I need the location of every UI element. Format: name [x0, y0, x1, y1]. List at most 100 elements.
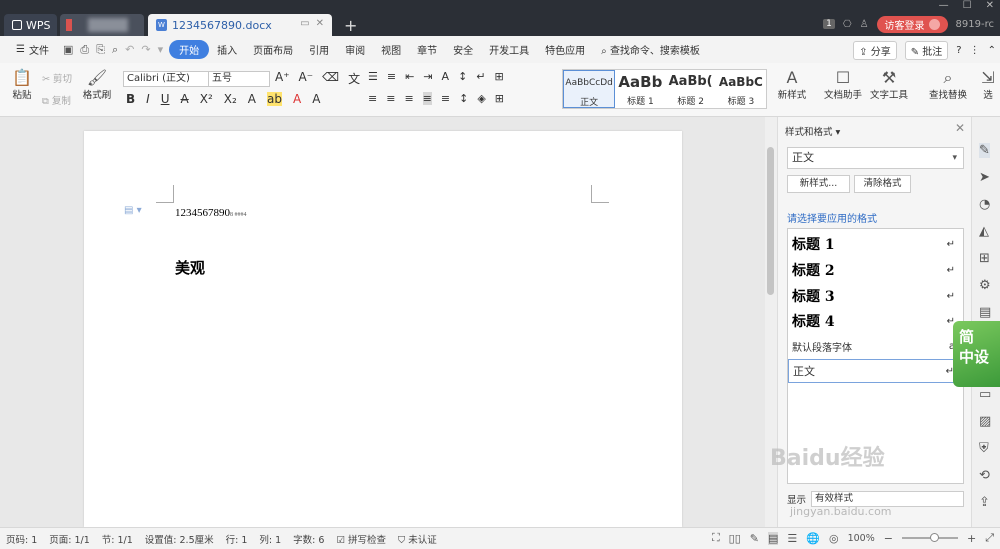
- highlight-icon[interactable]: ab: [267, 92, 282, 106]
- sort-icon[interactable]: ↕: [458, 70, 467, 83]
- list-item[interactable]: 标题 3 ↵: [788, 284, 963, 308]
- print-icon[interactable]: ⎘: [96, 43, 105, 57]
- list-item[interactable]: 标题 4 ↵: [788, 309, 963, 333]
- minimize-icon[interactable]: —: [939, 0, 949, 11]
- scrollbar-thumb[interactable]: [767, 147, 774, 295]
- border-icon[interactable]: ⊞: [495, 70, 504, 83]
- tab-page-layout[interactable]: 页面布局: [245, 42, 301, 57]
- text-effect-icon[interactable]: A: [248, 92, 256, 106]
- tab-developer[interactable]: 开发工具: [481, 42, 537, 57]
- visitor-login-button[interactable]: 访客登录: [876, 15, 948, 33]
- decrease-indent-icon[interactable]: ⇤: [405, 70, 414, 83]
- archive-icon[interactable]: ▭: [979, 387, 991, 402]
- new-style-button[interactable]: A 新样式: [775, 69, 809, 102]
- align-right-icon[interactable]: ≡: [404, 92, 413, 105]
- shield-icon[interactable]: ⛨: [979, 441, 989, 456]
- distributed-icon[interactable]: ≡: [441, 92, 450, 105]
- close-icon[interactable]: ✕: [986, 0, 994, 11]
- grow-font-icon[interactable]: A⁺: [275, 70, 290, 87]
- subscript-icon[interactable]: X₂: [224, 92, 237, 106]
- align-center-icon[interactable]: ≡: [386, 92, 395, 105]
- table-border-icon[interactable]: ⊞: [495, 92, 504, 105]
- tab-wps[interactable]: WPS: [4, 14, 57, 36]
- tab-features[interactable]: 特色应用: [537, 42, 593, 57]
- redo-icon[interactable]: ↷: [141, 43, 150, 57]
- maximize-icon[interactable]: ☐: [963, 0, 972, 11]
- shirt-icon[interactable]: ♙: [860, 19, 869, 30]
- tab-chapter[interactable]: 章节: [409, 42, 445, 57]
- export-icon[interactable]: ⎙: [80, 43, 89, 57]
- fit-icon[interactable]: ⤢: [985, 531, 994, 545]
- zoom-slider-knob[interactable]: [929, 533, 939, 542]
- save-icon[interactable]: ▣: [63, 43, 73, 57]
- tab-view[interactable]: 视图: [373, 42, 409, 57]
- font-color-icon[interactable]: A: [293, 92, 301, 106]
- quick-access-more-icon[interactable]: ▾: [158, 43, 164, 57]
- copy-button[interactable]: ⧉ 复制: [42, 93, 71, 107]
- doc-assistant-button[interactable]: ☐ 文档助手: [823, 69, 863, 102]
- new-style-panel-button[interactable]: 新样式...: [787, 175, 850, 193]
- text-tools-button[interactable]: ⚒ 文字工具: [869, 69, 909, 102]
- style-card-h3[interactable]: AaBbC 标题 3: [716, 70, 766, 108]
- bullets-icon[interactable]: ☰: [368, 70, 378, 83]
- panel-close-icon[interactable]: ✕: [955, 121, 965, 135]
- new-tab-button[interactable]: +: [344, 16, 357, 35]
- undo-icon[interactable]: ↶: [125, 43, 134, 57]
- zoom-out-icon[interactable]: −: [884, 532, 893, 545]
- current-style-select[interactable]: 正文 ▾: [787, 147, 964, 169]
- select-button[interactable]: ⇲ 选: [979, 69, 997, 101]
- line-spacing-icon[interactable]: ↕: [459, 92, 468, 105]
- tab-close-icon[interactable]: ✕: [316, 18, 324, 29]
- phonetic-icon[interactable]: 文: [348, 70, 360, 87]
- cut-button[interactable]: ✂ 剪切: [42, 71, 72, 85]
- superscript-icon[interactable]: X²: [200, 92, 213, 106]
- chinese-layout-icon[interactable]: A: [442, 70, 450, 83]
- review-icon[interactable]: ▤: [979, 305, 991, 320]
- shrink-font-icon[interactable]: A⁻: [299, 70, 314, 87]
- share-side-icon[interactable]: ⇪: [979, 495, 990, 510]
- bold-icon[interactable]: B: [126, 92, 135, 106]
- justify-icon[interactable]: ≡: [422, 92, 432, 105]
- font-name-select[interactable]: Calibri (正文): [123, 71, 209, 87]
- format-painter-button[interactable]: 🖌 格式刷: [82, 69, 112, 102]
- show-marks-icon[interactable]: ↵: [476, 70, 485, 83]
- paste-button[interactable]: 📋 粘贴: [8, 69, 36, 102]
- tab-insert[interactable]: 插入: [209, 42, 245, 57]
- help-icon[interactable]: ?: [956, 45, 961, 56]
- list-item[interactable]: 标题 1 ↵: [788, 232, 963, 256]
- comment-button[interactable]: ✎ 批注: [904, 41, 949, 60]
- char-shading-icon[interactable]: A: [312, 92, 320, 106]
- zoom-value[interactable]: 100%: [848, 533, 875, 544]
- find-replace-button[interactable]: ⌕ 查找替换: [928, 69, 968, 102]
- collapse-ribbon-icon[interactable]: ⌃: [988, 45, 996, 56]
- table-icon[interactable]: ⊞: [979, 251, 990, 266]
- window-count-badge[interactable]: 1: [823, 19, 835, 29]
- settings-icon[interactable]: ⚙: [979, 278, 991, 293]
- strikethrough-icon[interactable]: A: [181, 92, 189, 106]
- style-tool-icon[interactable]: ✎: [979, 143, 990, 158]
- list-item[interactable]: 标题 2 ↵: [788, 258, 963, 282]
- navigation-icon[interactable]: ◭: [979, 224, 989, 239]
- style-card-h1[interactable]: AaBb 标题 1: [615, 70, 665, 108]
- tab-document[interactable]: W 1234567890.docx ▭ ✕: [148, 14, 332, 36]
- fullscreen-icon[interactable]: ⛶: [712, 531, 720, 545]
- shading-icon[interactable]: ◈: [477, 92, 485, 105]
- document-line-1[interactable]: 12345678908 ###4: [175, 207, 247, 219]
- tab-review[interactable]: 审阅: [337, 42, 373, 57]
- tab-security[interactable]: 安全: [445, 42, 481, 57]
- web-view-icon[interactable]: 🌐: [806, 532, 820, 545]
- list-item[interactable]: 默认段落字体 a: [788, 334, 963, 358]
- tab-blurred[interactable]: [60, 14, 144, 36]
- document-line-2[interactable]: 美观: [175, 257, 205, 278]
- page-view-icon[interactable]: ▤: [767, 531, 779, 545]
- clear-format-icon[interactable]: ⌫: [322, 70, 339, 87]
- zoom-slider[interactable]: [901, 533, 958, 542]
- status-words[interactable]: 字数: 6: [287, 532, 330, 546]
- document-page[interactable]: ▤ ▾ 12345678908 ###4 美观: [84, 131, 682, 527]
- shapes-icon[interactable]: ◔: [979, 197, 990, 212]
- skin-icon[interactable]: ⎔: [843, 19, 852, 30]
- preview-icon[interactable]: ⌕: [112, 43, 118, 57]
- certification[interactable]: ⛉ 未认证: [392, 532, 443, 546]
- command-search[interactable]: ⌕ 查找命令、搜索模板: [593, 42, 708, 57]
- increase-indent-icon[interactable]: ⇥: [423, 70, 432, 83]
